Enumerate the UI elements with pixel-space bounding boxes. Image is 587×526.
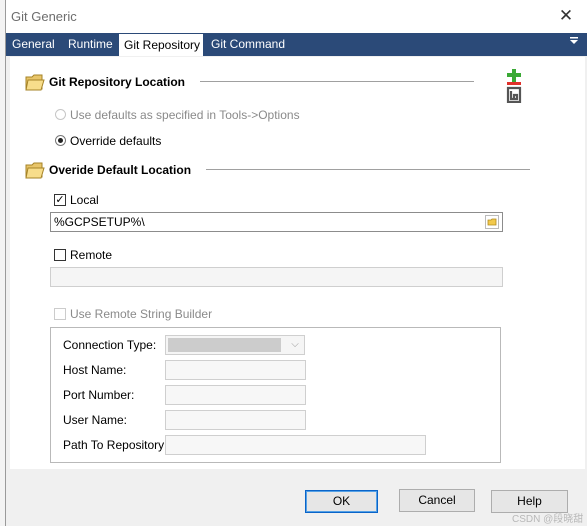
connection-type-value <box>168 338 281 352</box>
close-icon[interactable]: ✕ <box>554 6 578 26</box>
local-path-input[interactable]: %GCPSETUP%\ <box>50 212 503 232</box>
tab-git-command[interactable]: Git Command <box>211 33 291 56</box>
path-to-repository-input[interactable] <box>165 435 426 455</box>
remote-checkbox[interactable] <box>54 249 66 261</box>
tab-bar: General Runtime Git Repository Git Comma… <box>6 33 587 56</box>
remote-path-input[interactable] <box>50 267 503 287</box>
folder-icon <box>25 74 45 91</box>
host-name-input[interactable] <box>165 360 306 380</box>
local-checkbox[interactable]: ✓ <box>54 194 66 206</box>
git-generic-dialog: Git Generic ✕ General Runtime Git Reposi… <box>5 0 587 526</box>
remote-string-builder-label: Use Remote String Builder <box>70 307 213 321</box>
local-label: Local <box>70 193 99 207</box>
browse-folder-icon[interactable] <box>485 215 499 229</box>
remote-string-builder-checkbox[interactable] <box>54 308 66 320</box>
remote-label: Remote <box>70 248 113 262</box>
cancel-button[interactable]: Cancel <box>399 489 475 512</box>
section-divider <box>200 81 474 82</box>
folder-icon <box>25 162 45 179</box>
local-path-value: %GCPSETUP%\ <box>54 215 145 229</box>
tab-general[interactable]: General <box>12 33 58 56</box>
host-name-label: Host Name: <box>63 363 127 377</box>
dropdown-menu-icon[interactable] <box>567 35 581 49</box>
port-number-label: Port Number: <box>63 388 135 402</box>
git-logo-icon <box>506 69 522 103</box>
chevron-down-icon: ⌵ <box>291 339 299 350</box>
use-defaults-label: Use defaults as specified in Tools->Opti… <box>70 108 300 122</box>
tab-git-repository[interactable]: Git Repository <box>119 34 203 56</box>
ok-button[interactable]: OK <box>305 490 378 513</box>
watermark: CSDN @段晓甜 <box>512 514 584 525</box>
use-defaults-radio[interactable] <box>55 109 66 120</box>
path-to-repository-label: Path To Repository: <box>63 438 168 452</box>
override-defaults-label: Override defaults <box>70 134 162 148</box>
override-defaults-radio[interactable] <box>55 135 66 146</box>
connection-type-select[interactable]: ⌵ <box>165 335 305 355</box>
user-name-label: User Name: <box>63 413 128 427</box>
title-bar: Git Generic ✕ <box>6 0 587 33</box>
section-divider <box>206 169 530 170</box>
port-number-input[interactable] <box>165 385 306 405</box>
git-repository-panel: Git Repository Location Use defaults as … <box>10 57 585 469</box>
tab-runtime[interactable]: Runtime <box>68 33 118 56</box>
section-title-default-location: Overide Default Location <box>49 163 192 177</box>
section-title-repo-location: Git Repository Location <box>49 75 186 89</box>
connection-type-label: Connection Type: <box>63 338 157 352</box>
user-name-input[interactable] <box>165 410 306 430</box>
window-title: Git Generic <box>11 9 77 24</box>
